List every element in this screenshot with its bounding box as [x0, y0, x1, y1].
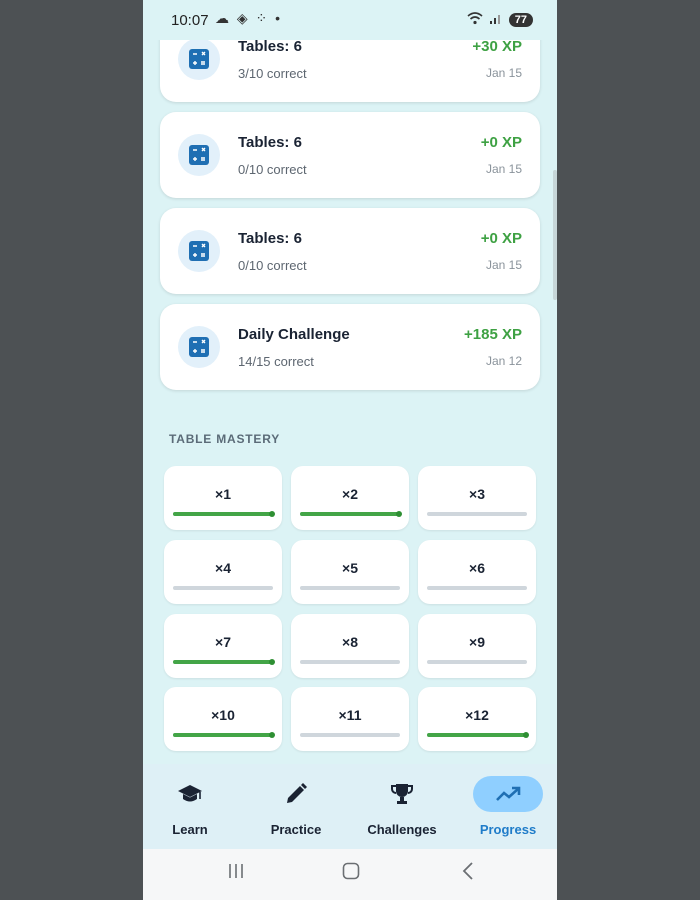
nav-challenges[interactable]: Challenges	[352, 776, 452, 837]
pencil-icon	[261, 776, 331, 812]
mastery-tile-x7[interactable]: ×7	[164, 614, 282, 678]
scrollbar[interactable]	[553, 170, 557, 300]
mastery-label: ×11	[338, 707, 362, 723]
trophy-icon	[367, 776, 437, 812]
mastery-progress-bar	[173, 511, 275, 517]
mastery-progress-bar	[300, 660, 400, 664]
activity-detail: 0/10 correct	[238, 258, 307, 273]
mastery-label: ×7	[215, 634, 231, 650]
calculator-icon	[178, 134, 220, 176]
status-bar: 10:07 ☁ ◈ ⁘ • 77	[143, 0, 557, 40]
nav-label: Learn	[172, 822, 208, 837]
mastery-label: ×3	[469, 486, 485, 502]
nav-learn[interactable]: Learn	[143, 776, 240, 837]
activity-date: Jan 12	[485, 354, 522, 368]
mastery-progress-fill	[173, 511, 275, 517]
activity-date: Jan 15	[485, 258, 522, 272]
mastery-label: ×9	[469, 634, 485, 650]
activity-card[interactable]: Daily Challenge 14/15 correct +185 XP Ja…	[160, 304, 540, 390]
activity-title: Tables: 6	[238, 38, 302, 55]
mastery-tile-x6[interactable]: ×6	[418, 540, 536, 604]
calculator-icon	[178, 326, 220, 368]
mastery-tile-x12[interactable]: ×12	[418, 687, 536, 751]
mastery-progress-bar	[300, 511, 402, 517]
mastery-label: ×6	[469, 560, 485, 576]
mastery-progress-bar	[427, 586, 527, 590]
mastery-progress-fill	[173, 659, 275, 665]
mastery-progress-fill	[300, 511, 402, 517]
mastery-progress-bar	[173, 732, 275, 738]
mastery-progress-bar	[427, 660, 527, 664]
mastery-progress-bar	[300, 586, 400, 590]
system-navigation-bar	[143, 849, 557, 900]
nav-label: Challenges	[367, 822, 437, 837]
activity-detail: 14/15 correct	[238, 354, 314, 369]
mastery-label: ×2	[342, 486, 358, 502]
activity-xp: +0 XP	[480, 230, 522, 247]
calculator-icon	[178, 38, 220, 80]
mastery-tile-x2[interactable]: ×2	[291, 466, 409, 530]
status-time: 10:07	[171, 12, 209, 29]
activity-xp: +0 XP	[480, 134, 522, 151]
mastery-progress-bar	[173, 586, 273, 590]
wifi-icon	[467, 11, 483, 29]
activity-date: Jan 15	[485, 162, 522, 176]
mastery-label: ×4	[215, 560, 231, 576]
activity-title: Tables: 6	[238, 134, 302, 151]
activity-xp: +185 XP	[464, 326, 522, 343]
mastery-tile-x8[interactable]: ×8	[291, 614, 409, 678]
activity-detail: 0/10 correct	[238, 162, 307, 177]
back-icon[interactable]	[461, 862, 475, 886]
bottom-navigation: Learn Practice Challenges Progress	[143, 764, 557, 849]
nav-label: Progress	[479, 822, 537, 837]
phone-screen: 10:07 ☁ ◈ ⁘ • 77 Tables: 6 3/10 correct …	[143, 0, 557, 900]
mastery-progress-bar	[427, 512, 527, 516]
activity-detail: 3/10 correct	[238, 66, 307, 81]
mastery-tile-x11[interactable]: ×11	[291, 687, 409, 751]
mastery-progress-bar	[173, 659, 275, 665]
activity-title: Tables: 6	[238, 230, 302, 247]
nav-label: Practice	[270, 822, 322, 837]
mastery-tile-x5[interactable]: ×5	[291, 540, 409, 604]
mastery-label: ×8	[342, 634, 358, 650]
mastery-label: ×1	[215, 486, 231, 502]
mastery-tile-x4[interactable]: ×4	[164, 540, 282, 604]
mastery-tile-x3[interactable]: ×3	[418, 466, 536, 530]
mastery-progress-fill	[427, 732, 529, 738]
mastery-progress-bar	[300, 733, 400, 737]
notification-icons: ☁ ◈ ⁘ •	[215, 10, 283, 26]
recent-apps-icon[interactable]	[227, 862, 245, 886]
trending-up-icon	[473, 776, 543, 812]
activity-card[interactable]: Tables: 6 0/10 correct +0 XP Jan 15	[160, 208, 540, 294]
activity-card[interactable]: Tables: 6 0/10 correct +0 XP Jan 15	[160, 112, 540, 198]
nav-progress[interactable]: Progress	[458, 776, 557, 837]
mastery-progress-fill	[173, 732, 275, 738]
mastery-progress-bar	[427, 732, 529, 738]
mastery-tile-x9[interactable]: ×9	[418, 614, 536, 678]
signal-icon	[489, 11, 503, 29]
nav-practice[interactable]: Practice	[246, 776, 346, 837]
activity-xp: +30 XP	[472, 38, 522, 55]
activity-title: Daily Challenge	[238, 326, 350, 343]
mastery-label: ×12	[465, 707, 489, 723]
table-mastery-heading: TABLE MASTERY	[169, 432, 281, 446]
battery-indicator: 77	[508, 13, 533, 27]
mastery-label: ×10	[211, 707, 235, 723]
mastery-tile-x1[interactable]: ×1	[164, 466, 282, 530]
mastery-tile-x10[interactable]: ×10	[164, 687, 282, 751]
calculator-icon	[178, 230, 220, 272]
activity-date: Jan 15	[485, 66, 522, 80]
mastery-label: ×5	[342, 560, 358, 576]
graduation-cap-icon	[155, 776, 225, 812]
home-icon[interactable]	[342, 862, 360, 886]
